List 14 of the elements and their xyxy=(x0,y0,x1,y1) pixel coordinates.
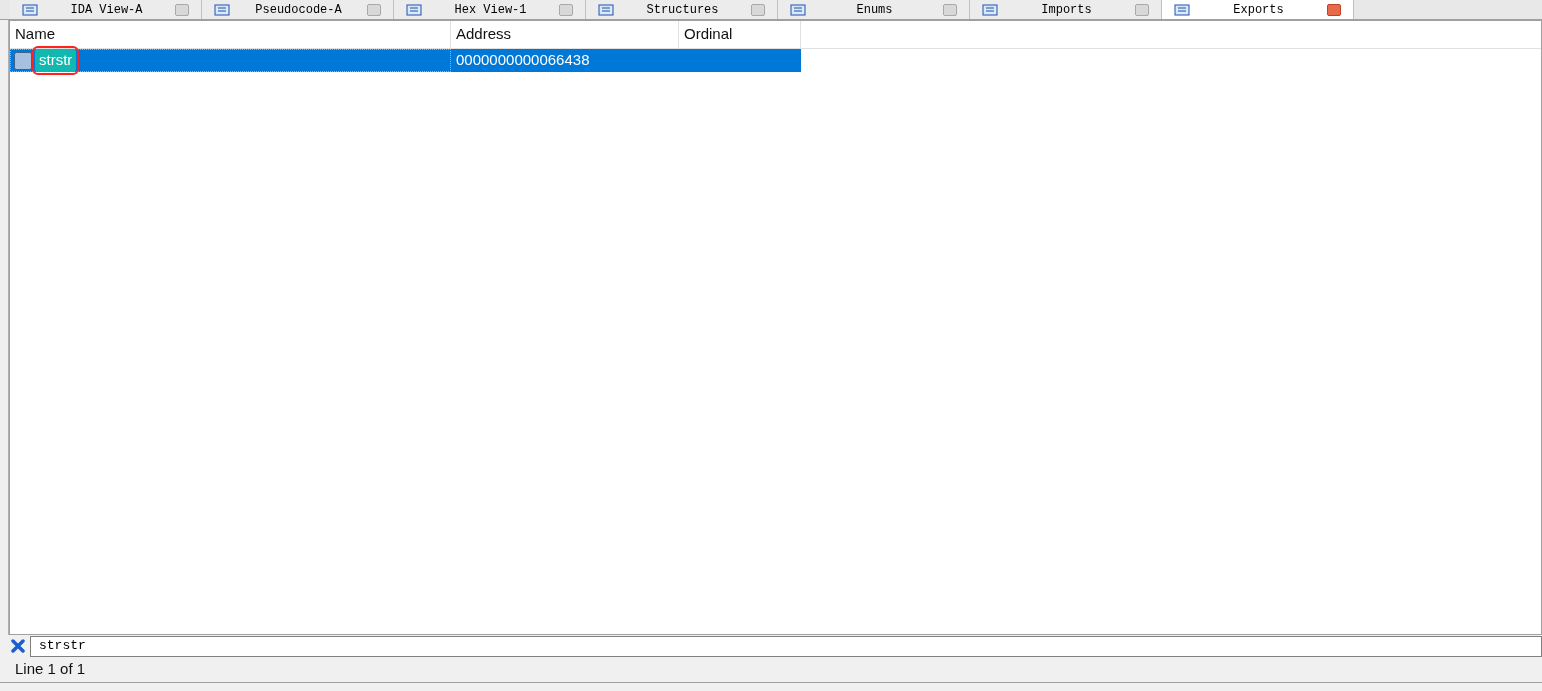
tab[interactable]: Exports xyxy=(1162,0,1354,19)
tab[interactable]: Imports xyxy=(970,0,1162,19)
tab[interactable]: Hex View-1 xyxy=(394,0,586,19)
tab[interactable]: Structures xyxy=(586,0,778,19)
address-cell-text: 0000000000066438 xyxy=(455,50,591,71)
tab[interactable]: Enums xyxy=(778,0,970,19)
column-header[interactable]: Address xyxy=(451,21,679,48)
status-text: Line 1 of 1 xyxy=(15,659,86,680)
tab[interactable]: IDA View-A xyxy=(10,0,202,19)
function-name: strstr xyxy=(35,49,77,72)
table-row[interactable]: strstr 0000000000066438 xyxy=(10,49,801,72)
tab[interactable]: Pseudocode-A xyxy=(202,0,394,19)
column-header[interactable]: Ordinal xyxy=(679,21,801,48)
filter-field[interactable]: strstr xyxy=(30,635,1542,657)
